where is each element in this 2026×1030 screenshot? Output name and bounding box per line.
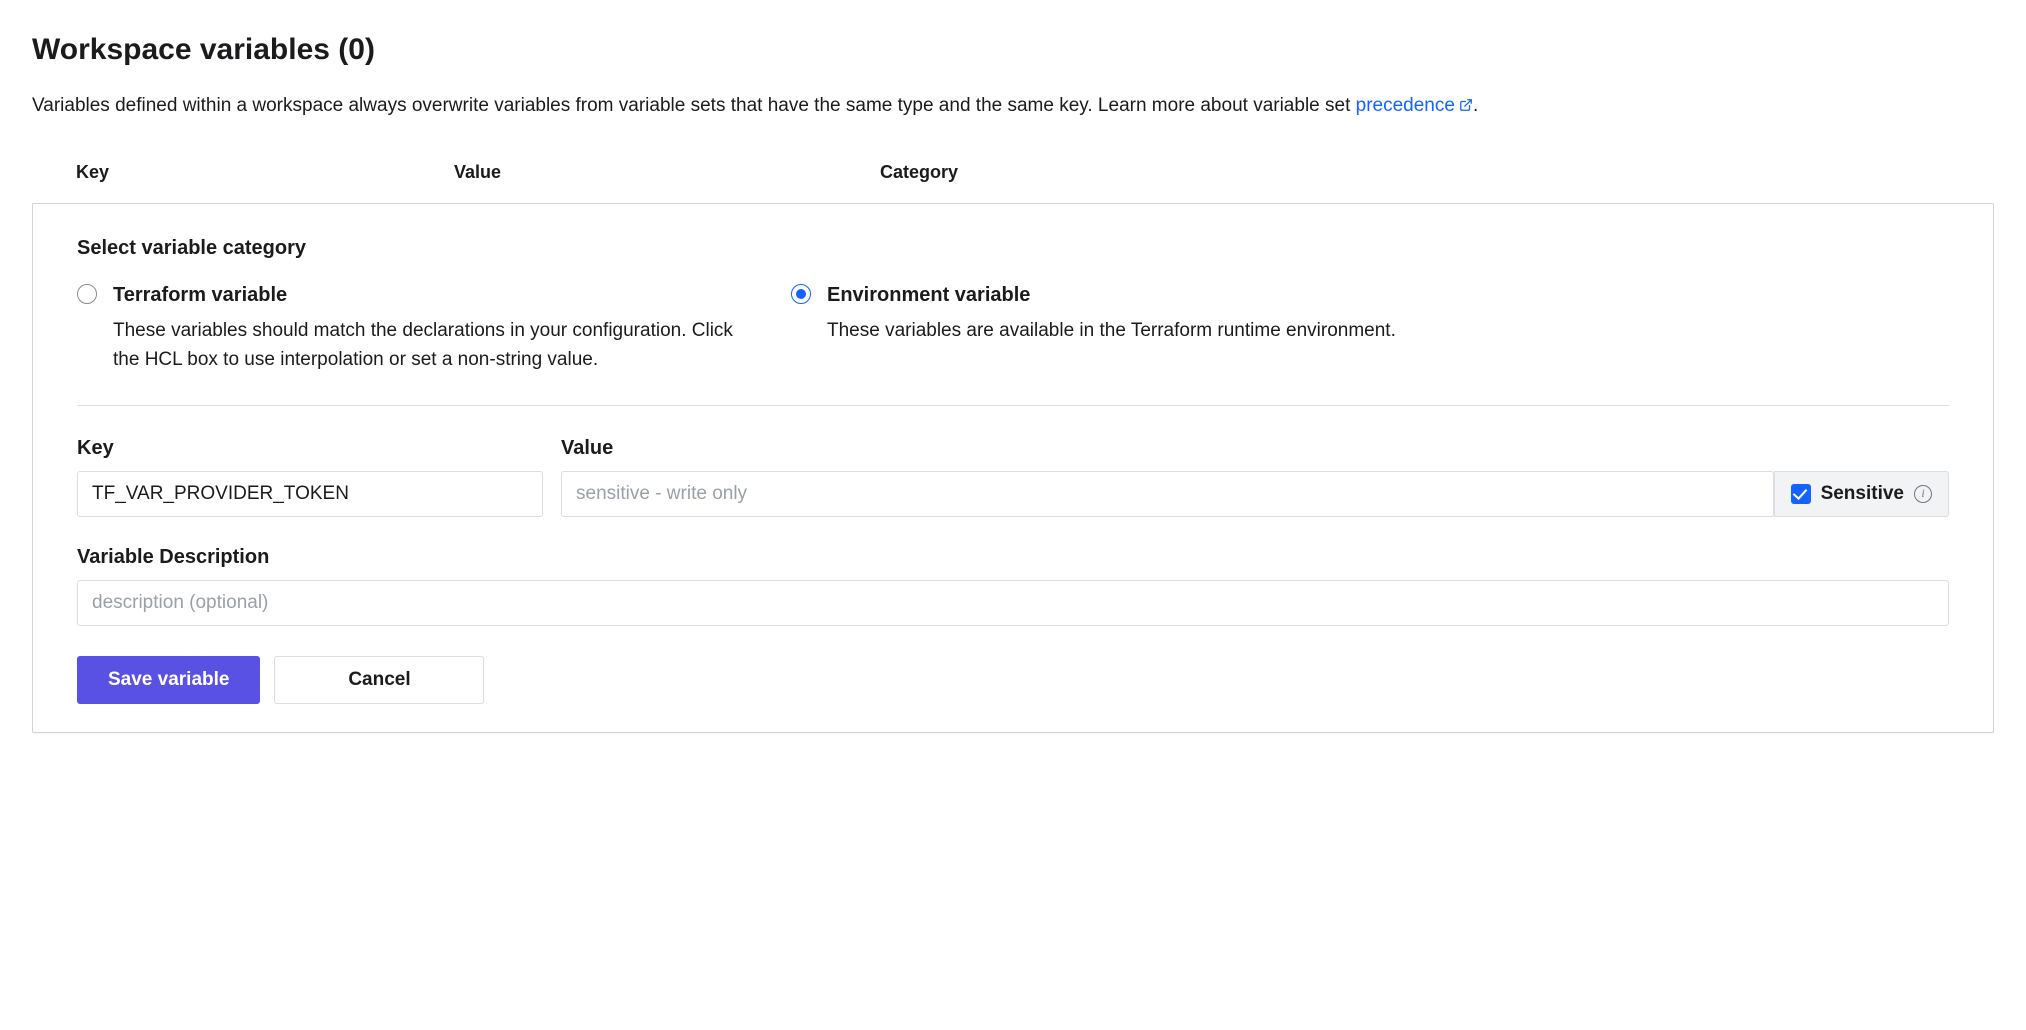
category-label-environment: Environment variable <box>827 281 1949 310</box>
info-icon[interactable]: i <box>1914 485 1932 503</box>
key-label: Key <box>77 434 543 463</box>
category-label-terraform: Terraform variable <box>113 281 761 310</box>
column-headers: Key Value Category <box>32 149 1994 203</box>
cancel-button[interactable]: Cancel <box>274 656 484 704</box>
page-title: Workspace variables (0) <box>32 28 1994 72</box>
column-header-category: Category <box>880 159 1994 185</box>
divider <box>77 405 1949 406</box>
category-options: Terraform variable These variables shoul… <box>77 281 1949 375</box>
variable-form-card: Select variable category Terraform varia… <box>32 203 1994 733</box>
sensitive-toggle[interactable]: Sensitive i <box>1774 471 1949 517</box>
radio-terraform[interactable] <box>77 284 97 304</box>
save-button[interactable]: Save variable <box>77 656 260 704</box>
key-value-row: Key Value Sensitive i <box>77 434 1949 517</box>
category-desc-terraform: These variables should match the declara… <box>113 316 761 375</box>
description-input[interactable] <box>77 580 1949 626</box>
button-row: Save variable Cancel <box>77 656 1949 704</box>
category-option-terraform[interactable]: Terraform variable These variables shoul… <box>77 281 791 375</box>
external-link-icon <box>1459 92 1473 121</box>
description-label: Variable Description <box>77 543 1949 572</box>
column-header-key: Key <box>76 159 454 185</box>
precedence-link[interactable]: precedence <box>1356 95 1473 116</box>
value-input[interactable] <box>561 471 1774 517</box>
intro-text-before: Variables defined within a workspace alw… <box>32 95 1356 116</box>
value-label: Value <box>561 434 1949 463</box>
radio-environment[interactable] <box>791 284 811 304</box>
intro-text: Variables defined within a workspace alw… <box>32 91 1994 121</box>
category-option-environment[interactable]: Environment variable These variables are… <box>791 281 1949 375</box>
key-input[interactable] <box>77 471 543 517</box>
intro-text-after: . <box>1473 95 1478 116</box>
sensitive-checkbox[interactable] <box>1791 484 1811 504</box>
category-section-title: Select variable category <box>77 234 1949 263</box>
column-header-value: Value <box>454 159 880 185</box>
category-desc-environment: These variables are available in the Ter… <box>827 316 1949 345</box>
sensitive-label: Sensitive <box>1821 480 1904 508</box>
